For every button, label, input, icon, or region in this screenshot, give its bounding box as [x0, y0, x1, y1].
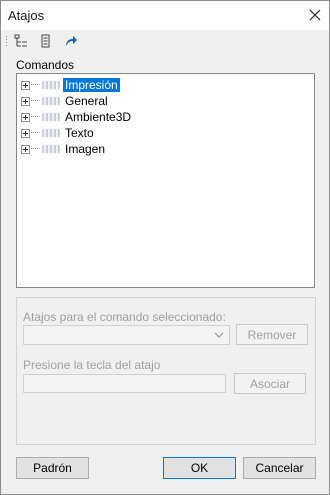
shortcut-arrow-icon [66, 36, 77, 46]
tree-item-label: Impresión [63, 78, 120, 92]
expand-icon[interactable] [21, 128, 30, 138]
list-view-button[interactable] [38, 33, 54, 49]
tree-item[interactable]: Texto [21, 125, 96, 141]
toolbar [1, 30, 329, 54]
ok-button[interactable]: OK [163, 457, 236, 479]
tree-item[interactable]: Ambiente3D [21, 109, 133, 125]
commands-tree[interactable]: Impresión General Ambiente3D Texto Image… [16, 73, 315, 288]
remove-button[interactable]: Remover [236, 324, 308, 345]
shortcuts-dialog: Atajos Comandos Impresión General Ambien… [0, 0, 330, 495]
expand-icon[interactable] [21, 96, 30, 106]
tree-item-label: Texto [65, 126, 94, 140]
tree-item-label: General [65, 94, 108, 108]
node-icon [42, 113, 60, 121]
press-key-label: Presione la tecla del atajo [23, 358, 161, 372]
toolbar-grip-icon[interactable] [5, 35, 8, 49]
node-icon [42, 81, 60, 89]
close-button[interactable] [304, 4, 326, 26]
default-button[interactable]: Padrón [16, 457, 89, 479]
tree-item-label: Imagen [65, 142, 106, 156]
window-title: Atajos [8, 8, 45, 23]
expand-icon[interactable] [21, 80, 30, 90]
cancel-button[interactable]: Cancelar [243, 457, 316, 479]
selected-command-shortcuts-label: Atajos para el comando seleccionado: [23, 310, 226, 324]
tree-item[interactable]: Imagen [21, 141, 107, 157]
shortcut-key-input[interactable] [23, 374, 226, 393]
close-icon [309, 9, 321, 21]
expand-icon[interactable] [21, 144, 30, 154]
node-icon [42, 97, 60, 105]
shortcuts-combo[interactable] [23, 325, 230, 345]
chevron-down-icon [214, 332, 224, 338]
tree-expand-icon [14, 34, 27, 47]
expand-icon[interactable] [21, 112, 30, 122]
node-icon [42, 129, 60, 137]
tree-item-label: Ambiente3D [65, 110, 132, 124]
list-view-icon [41, 34, 50, 48]
title-bar: Atajos [1, 1, 329, 30]
shortcut-button[interactable] [62, 33, 78, 49]
expand-tree-button[interactable] [13, 33, 29, 49]
assign-button[interactable]: Asociar [234, 373, 306, 394]
tree-item[interactable]: Impresión [21, 77, 120, 93]
tree-item[interactable]: General [21, 93, 110, 109]
commands-label: Comandos [16, 58, 75, 72]
node-icon [42, 145, 60, 153]
